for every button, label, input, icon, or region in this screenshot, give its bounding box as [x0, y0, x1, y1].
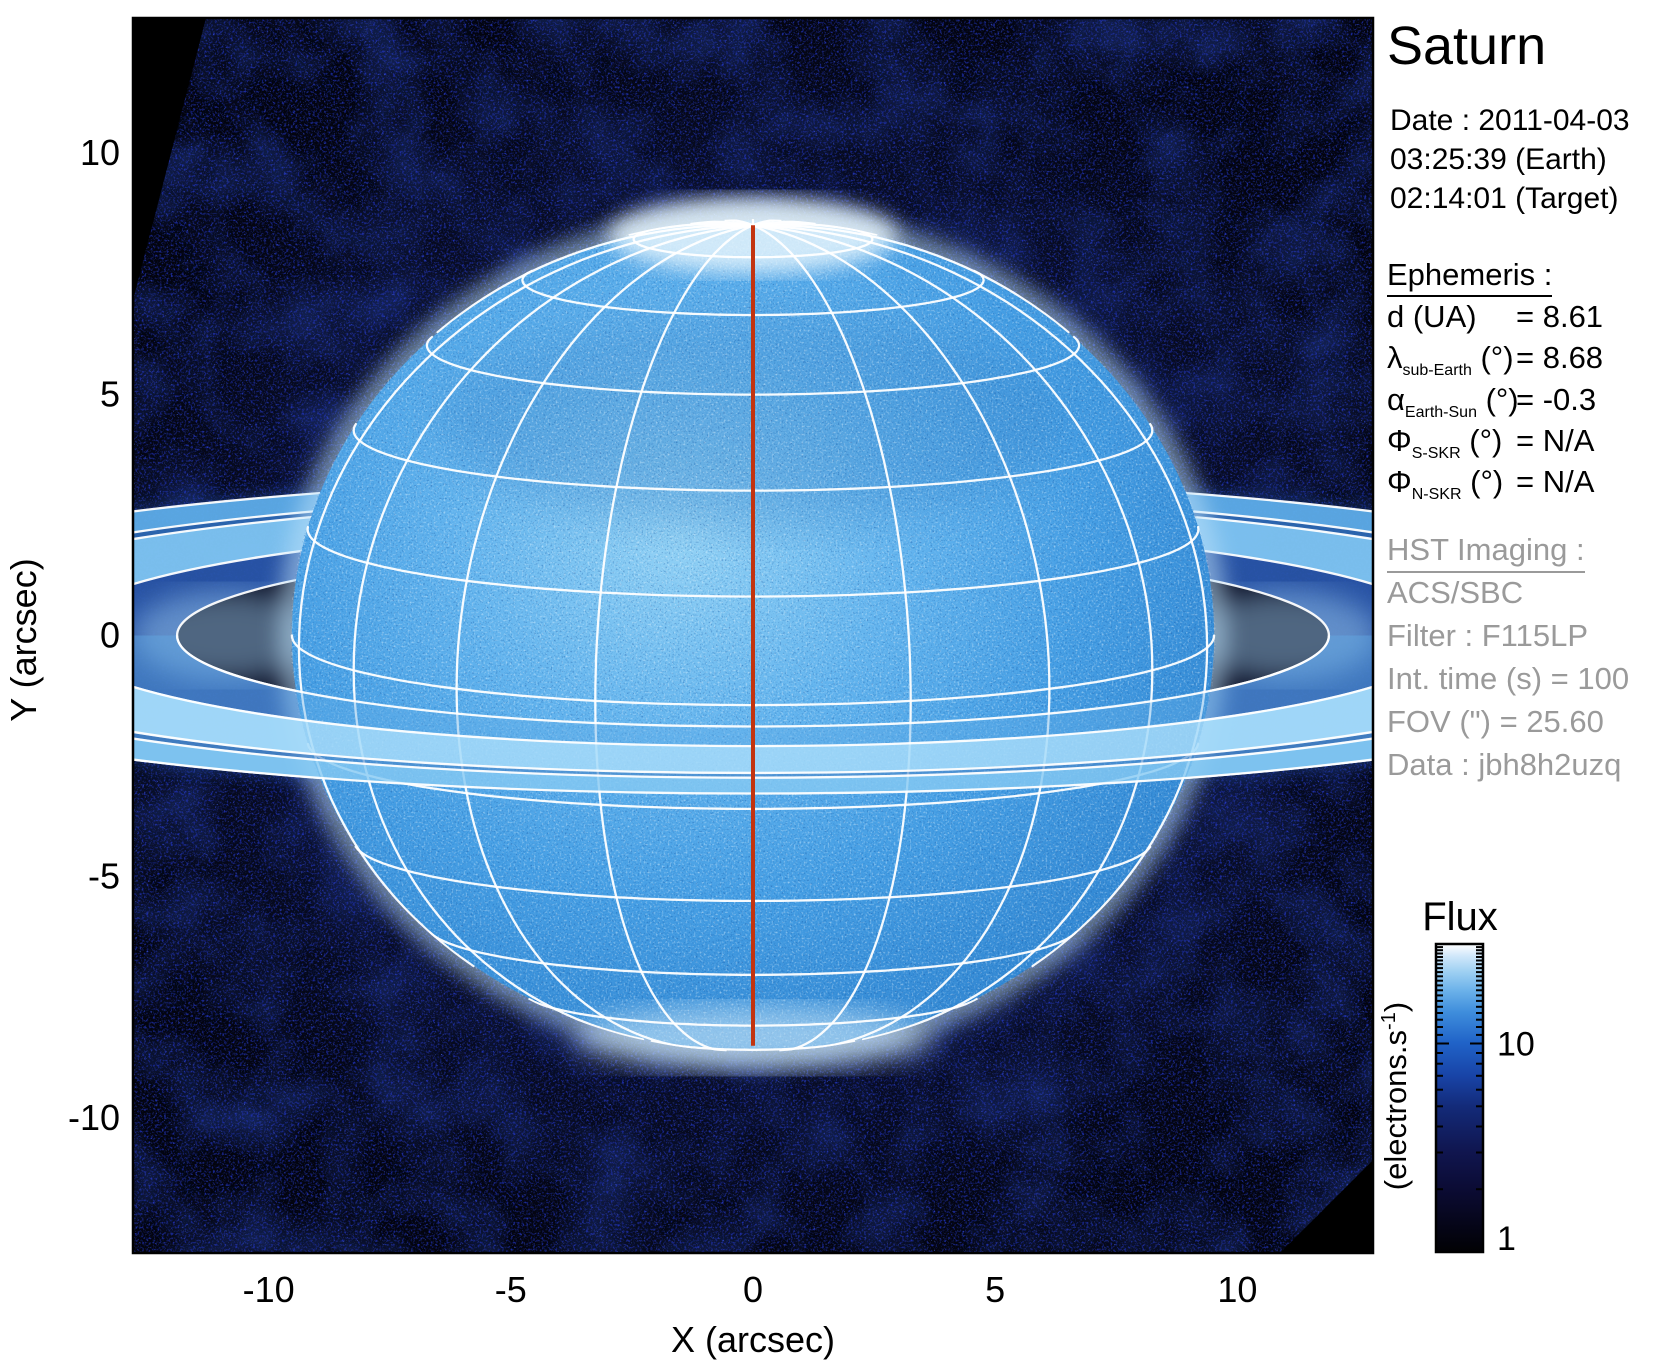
- x-tick-label: -10: [243, 1269, 295, 1310]
- figure-canvas: -10 -5 0 5 10 10 5 0 -5 -10 X (arcsec) Y (arcsec…: [0, 0, 1676, 1367]
- ephemeris-row: ΦS-SKR (°)= N/A: [1387, 423, 1595, 462]
- hst-info-line: Data : jbh8h2uzq: [1387, 747, 1621, 782]
- ephemeris-row: d (UA)= 8.61: [1387, 299, 1603, 334]
- x-tick-label: -5: [495, 1269, 527, 1310]
- ephemeris-row: ΦN-SKR (°)= N/A: [1387, 464, 1595, 503]
- x-tick-label: 5: [985, 1269, 1005, 1310]
- hst-heading: HST Imaging :: [1387, 532, 1585, 567]
- ephemeris-heading: Ephemeris :: [1387, 257, 1552, 292]
- colorbar-tick-labels: 10 1: [1497, 1026, 1535, 1259]
- date-line: Date : 2011-04-03: [1390, 104, 1630, 137]
- colorbar-unit-label: (electrons.s-1): [1378, 1002, 1413, 1190]
- colorbar-gradient: [1436, 944, 1483, 1252]
- x-tick-label: 0: [743, 1269, 763, 1310]
- colorbar-title: Flux: [1422, 895, 1498, 939]
- time-target-line: 02:14:01 (Target): [1390, 182, 1618, 215]
- colorbar-tick-label: 1: [1497, 1220, 1516, 1258]
- ephemeris-row: λsub-Earth (°)= 8.68: [1387, 340, 1603, 379]
- ephemeris-rows: d (UA)= 8.61 λsub-Earth (°)= 8.68αEarth-S…: [1387, 299, 1603, 503]
- hst-info-line: Int. time (s) = 100: [1387, 661, 1629, 696]
- time-earth-line: 03:25:39 (Earth): [1390, 143, 1607, 176]
- y-tick-label: 10: [80, 132, 120, 173]
- hst-info-line: ACS/SBC: [1387, 575, 1523, 610]
- y-tick-label: 5: [100, 373, 120, 414]
- x-axis-tick-labels: -10 -5 0 5 10: [243, 1269, 1258, 1310]
- colorbar-tick-label: 10: [1497, 1026, 1535, 1064]
- y-tick-label: -10: [68, 1097, 120, 1138]
- y-axis-tick-labels: 10 5 0 -5 -10: [68, 132, 120, 1138]
- x-axis-title: X (arcsec): [671, 1319, 835, 1360]
- ephemeris-row: αEarth-Sun (°)= -0.3: [1387, 382, 1596, 421]
- x-tick-label: 10: [1217, 1269, 1257, 1310]
- y-axis-title: Y (arcsec): [3, 558, 44, 721]
- hst-saturn-figure: -10 -5 0 5 10 10 5 0 -5 -10 X (arcsec) Y (arcsec…: [0, 0, 1676, 1367]
- hst-imaging-lines: ACS/SBC Filter : F115LP Int. time (s) = 10…: [1387, 575, 1629, 782]
- hst-info-line: FOV (") = 25.60: [1387, 704, 1604, 739]
- y-tick-label: 0: [100, 615, 120, 656]
- hst-info-line: Filter : F115LP: [1387, 618, 1588, 653]
- y-tick-label: -5: [88, 856, 120, 897]
- page-title: Saturn: [1387, 16, 1546, 76]
